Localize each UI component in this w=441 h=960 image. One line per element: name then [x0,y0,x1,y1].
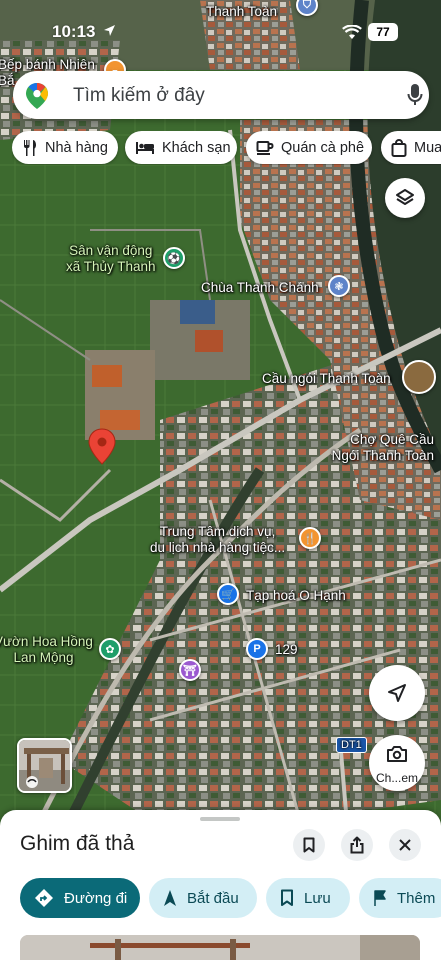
save-bookmark-button[interactable] [293,829,325,861]
bottom-sheet[interactable]: Ghim đã thả Đường đi Bắt đầu Lưu Thêm [0,810,441,960]
close-icon [399,839,411,851]
map-label-service-center[interactable]: Trung Tâm dịch vụ, du lịch nhà hàng tiệc… [150,524,285,556]
close-button[interactable] [389,829,421,861]
parking-poi-icon[interactable]: P [246,638,268,660]
street-view-label: Ch...em [375,771,418,785]
chip-hotels-label: Khách sạn [162,139,231,156]
bed-icon [136,141,154,154]
chip-shopping[interactable]: Mua [381,131,441,164]
location-arrow-icon [104,25,115,36]
chip-cafes[interactable]: Quán cà phê [246,131,372,164]
map-label-rose-garden[interactable]: Vườn Hoa Hồng Lan Mộng [0,634,93,666]
save-button[interactable]: Lưu [266,878,350,918]
garden-poi-icon[interactable]: ✿ [99,638,121,660]
start-navigation-button[interactable]: Bắt đầu [149,878,257,918]
fork-knife-icon [24,139,36,156]
shopping-bag-icon [391,138,407,157]
map-label-bridge[interactable]: Cầu ngói Thanh Toàn [262,371,391,387]
chip-cafes-label: Quán cà phê [281,139,365,156]
chip-restaurants-label: Nhà hàng [45,139,108,156]
chip-restaurants[interactable]: Nhà hàng [12,131,118,164]
chip-hotels[interactable]: Khách sạn [125,131,237,164]
camera-search-icon [387,746,407,762]
search-input[interactable]: Tìm kiếm ở đây [73,85,205,107]
coffee-icon [256,140,274,155]
map-label-grocery[interactable]: Tạp hoá O Hạnh [246,588,346,604]
navigation-arrow-icon [388,684,406,702]
status-bar: 10:13 77 [0,0,441,58]
map-label-parking-number[interactable]: 129 [275,642,298,658]
place-photo[interactable] [20,935,420,960]
share-button[interactable] [341,829,373,861]
street-view-photo [19,740,70,791]
save-label: Lưu [304,889,331,907]
shopping-cart-poi-icon[interactable]: 🛒 [217,583,239,605]
road-shield-dt1: DT1 [336,737,367,753]
map-label-market[interactable]: Chợ Quê Cầu Ngói Thanh Toàn [318,432,434,464]
google-maps-logo-icon [26,83,48,109]
directions-icon [35,889,53,907]
temple-poi-icon[interactable]: ⛩ [179,659,201,681]
status-time: 10:13 [52,22,96,41]
battery-indicator: 77 [368,23,398,41]
chip-shopping-label: Mua [414,139,441,156]
layers-icon [396,189,414,205]
sheet-drag-handle[interactable] [200,817,240,821]
more-label: Thêm [397,889,436,907]
street-view-thumbnail[interactable] [17,738,72,793]
category-chips: Nhà hàng Khách sạn Quán cà phê Mua [12,131,441,165]
start-label: Bắt đầu [187,889,239,907]
bridge-photo-icon[interactable] [402,360,436,394]
restaurant-poi-icon[interactable]: 🍴 [299,527,321,549]
place-photo-image [20,935,420,960]
navigation-start-icon [164,890,176,906]
pagoda-poi-icon[interactable]: ❃ [328,275,350,297]
more-button[interactable]: Thêm [359,878,441,918]
directions-button[interactable]: Đường đi [20,878,140,918]
stadium-poi-icon[interactable]: ⚽ [163,247,185,269]
bookmark-icon [303,837,315,853]
map-label-pagoda[interactable]: Chùa Thanh Chánh [201,280,319,296]
sheet-title: Ghim đã thả [20,832,135,855]
map-label-stadium[interactable]: Sân vận động xã Thủy Thanh [66,243,156,275]
search-bar[interactable]: Tìm kiếm ở đây [13,71,429,119]
bookmark-outline-icon [281,889,293,906]
layers-button[interactable] [385,178,425,218]
share-icon [350,836,364,854]
flag-icon [374,890,386,906]
wifi-icon [342,25,362,39]
directions-label: Đường đi [64,889,128,907]
microphone-icon[interactable] [407,83,423,107]
my-location-button[interactable] [369,665,425,721]
